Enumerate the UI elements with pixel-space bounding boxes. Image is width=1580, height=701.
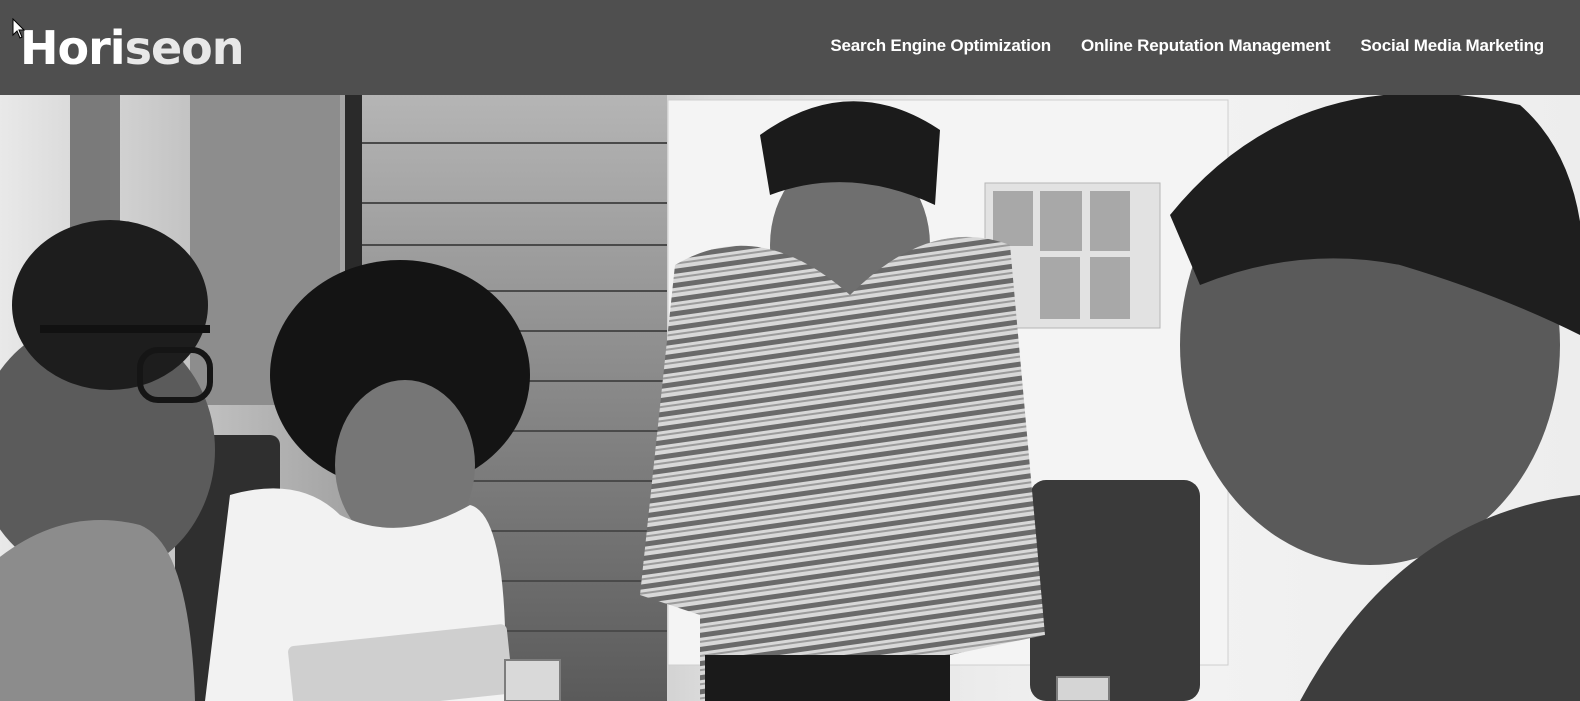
logo[interactable]: Horiseon [20,20,244,76]
logo-main: Hori [20,21,126,75]
hero-photo [0,95,1580,701]
nav-link-seo[interactable]: Search Engine Optimization [830,35,1051,57]
site-header: Horiseon Search Engine Optimization Onli… [0,0,1580,95]
mouse-cursor-icon [12,18,26,39]
main-nav: Search Engine Optimization Online Reputa… [830,35,1544,57]
logo-accent: seon [124,21,245,75]
nav-link-reputation[interactable]: Online Reputation Management [1081,35,1331,57]
nav-link-social-media[interactable]: Social Media Marketing [1360,35,1544,57]
hero-image [0,95,1580,701]
